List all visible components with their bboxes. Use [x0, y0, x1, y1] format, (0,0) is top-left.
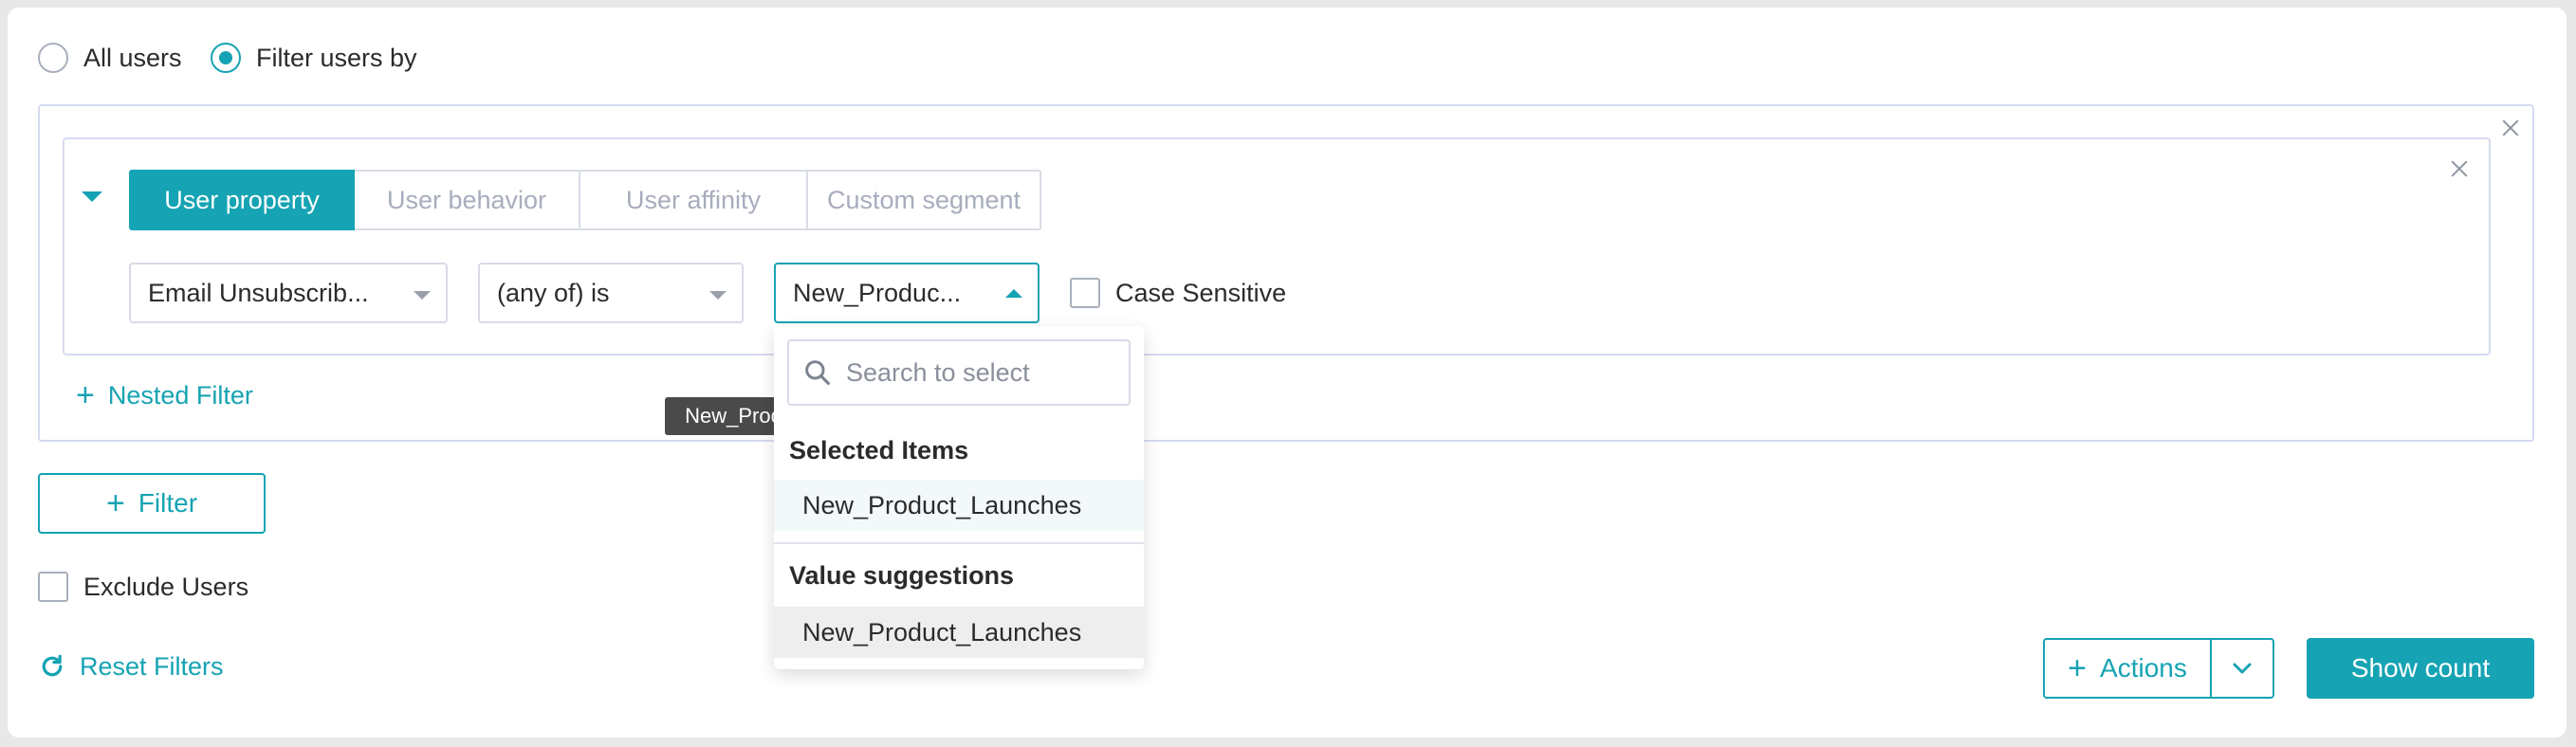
- selected-items-heading: Selected Items: [789, 436, 969, 465]
- tab-user-behavior[interactable]: User behavior: [355, 170, 580, 230]
- case-sensitive-label[interactable]: Case Sensitive: [1115, 279, 1286, 308]
- actions-button[interactable]: + Actions: [2043, 638, 2212, 699]
- value-select[interactable]: New_Produc...: [774, 263, 1040, 323]
- exclude-users-checkbox[interactable]: [38, 572, 68, 602]
- value-dropdown: Search to select Selected Items New_Prod…: [774, 326, 1144, 669]
- all-users-label[interactable]: All users: [83, 44, 182, 73]
- operator-select-value: (any of) is: [497, 278, 610, 307]
- nested-filter-label: Nested Filter: [107, 380, 253, 410]
- property-select-value: Email Unsubscrib...: [148, 278, 369, 307]
- value-select-value: New_Produc...: [793, 278, 962, 307]
- search-icon: [805, 360, 830, 385]
- actions-label: Actions: [2100, 653, 2187, 683]
- filter-type-tabs: User property User behavior User affinit…: [129, 170, 1041, 230]
- dropdown-search-placeholder: Search to select: [846, 357, 1030, 387]
- plus-icon: +: [2068, 650, 2088, 686]
- property-select[interactable]: Email Unsubscrib...: [129, 263, 448, 323]
- reset-filters-link[interactable]: Reset Filters: [38, 650, 224, 683]
- add-filter-label: Filter: [138, 488, 198, 518]
- filter-users-label[interactable]: Filter users by: [256, 44, 417, 73]
- nested-filter-link[interactable]: + Nested Filter: [76, 379, 253, 411]
- chevron-down-icon: [709, 291, 727, 300]
- add-filter-button[interactable]: + Filter: [38, 473, 266, 534]
- plus-icon: +: [76, 377, 95, 413]
- show-count-button[interactable]: Show count: [2307, 638, 2534, 699]
- reset-filters-label: Reset Filters: [80, 651, 224, 681]
- collapse-caret-icon[interactable]: [82, 191, 102, 202]
- tab-user-affinity[interactable]: User affinity: [580, 170, 808, 230]
- plus-icon: +: [105, 485, 125, 521]
- suggestion-item[interactable]: New_Product_Launches: [774, 607, 1144, 658]
- remove-condition-close-icon[interactable]: [2449, 158, 2470, 179]
- all-users-radio[interactable]: [38, 43, 68, 73]
- chevron-up-icon: [1005, 289, 1022, 298]
- filter-users-radio[interactable]: [211, 43, 241, 73]
- case-sensitive-checkbox[interactable]: [1070, 278, 1100, 308]
- selected-item[interactable]: New_Product_Launches: [774, 480, 1144, 531]
- operator-select[interactable]: (any of) is: [478, 263, 744, 323]
- remove-group-close-icon[interactable]: [2500, 118, 2521, 138]
- tab-custom-segment[interactable]: Custom segment: [808, 170, 1041, 230]
- exclude-users-label[interactable]: Exclude Users: [83, 573, 248, 602]
- value-suggestions-heading: Value suggestions: [789, 561, 1015, 590]
- refresh-icon: [42, 654, 63, 677]
- dropdown-search-field[interactable]: Search to select: [787, 339, 1131, 406]
- tab-user-property[interactable]: User property: [129, 170, 355, 230]
- chevron-down-icon: [414, 291, 431, 300]
- dropdown-divider: [774, 542, 1144, 544]
- actions-menu-button[interactable]: [2210, 638, 2274, 699]
- chevron-down-icon: [2233, 663, 2252, 674]
